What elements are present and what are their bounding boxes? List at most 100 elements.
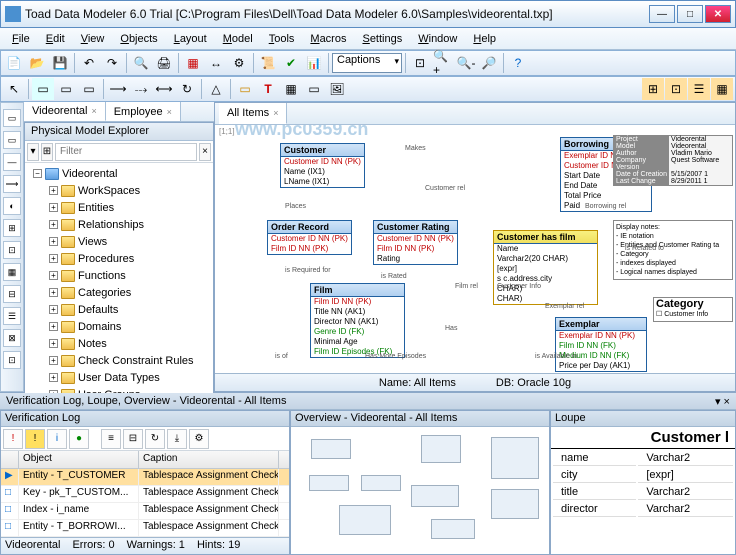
vtool-8[interactable]: ▦ bbox=[3, 263, 21, 281]
menu-file[interactable]: File bbox=[4, 31, 38, 47]
minimize-button[interactable]: — bbox=[649, 5, 675, 23]
report-button[interactable]: 📊 bbox=[303, 52, 325, 74]
image-tool[interactable]: 🖼 bbox=[326, 78, 348, 100]
menu-tools[interactable]: Tools bbox=[261, 31, 303, 47]
close-icon[interactable]: × bbox=[273, 108, 278, 118]
entity-film[interactable]: FilmFilm ID NN (PK)Title NN (AK1)Directo… bbox=[310, 283, 405, 358]
menu-model[interactable]: Model bbox=[215, 31, 261, 47]
zoom-out-button[interactable]: 🔍- bbox=[455, 52, 477, 74]
loupe-button[interactable]: 🔎 bbox=[478, 52, 500, 74]
generate-button[interactable]: ⚙ bbox=[228, 52, 250, 74]
filter-input[interactable] bbox=[55, 143, 197, 161]
expand-icon[interactable]: − bbox=[33, 169, 42, 178]
grid-toggle[interactable]: ⊞ bbox=[642, 78, 664, 100]
menu-view[interactable]: View bbox=[73, 31, 113, 47]
category-tool[interactable]: ▭ bbox=[303, 78, 325, 100]
filter-clear[interactable]: × bbox=[199, 143, 211, 161]
zoom-fit-button[interactable]: ⊡ bbox=[409, 52, 431, 74]
vtool-3[interactable]: — bbox=[3, 153, 21, 171]
expand-icon[interactable]: + bbox=[49, 237, 58, 246]
verify-info-button[interactable]: i bbox=[47, 429, 67, 449]
rel-mn-tool[interactable]: ⟷ bbox=[153, 78, 175, 100]
find-button[interactable]: 🔍 bbox=[130, 52, 152, 74]
expand-icon[interactable]: + bbox=[49, 220, 58, 229]
expand-icon[interactable]: + bbox=[49, 288, 58, 297]
tree-item-defaults[interactable]: +Defaults bbox=[27, 301, 211, 318]
vtool-2[interactable]: ▭ bbox=[3, 131, 21, 149]
zoom-in-button[interactable]: 🔍+ bbox=[432, 52, 454, 74]
menu-help[interactable]: Help bbox=[465, 31, 504, 47]
rel-ident-tool[interactable]: ⟶ bbox=[107, 78, 129, 100]
doc-tab-employee[interactable]: Employee× bbox=[106, 102, 181, 121]
captions-combo[interactable]: Captions bbox=[332, 53, 402, 73]
expand-icon[interactable]: + bbox=[49, 356, 58, 365]
vtool-4[interactable]: ⟶ bbox=[3, 175, 21, 193]
expand-icon[interactable]: + bbox=[49, 322, 58, 331]
rel-nonident-tool[interactable]: ⤏ bbox=[130, 78, 152, 100]
expand-icon[interactable]: + bbox=[49, 305, 58, 314]
close-icon[interactable]: × bbox=[167, 107, 172, 117]
tree-item-entities[interactable]: +Entities bbox=[27, 199, 211, 216]
save-button[interactable]: 💾 bbox=[49, 52, 71, 74]
verify-nav-prev[interactable]: ⊟ bbox=[123, 429, 143, 449]
help-button[interactable]: ? bbox=[507, 52, 529, 74]
undo-button[interactable]: ↶ bbox=[78, 52, 100, 74]
add-entity-button[interactable]: ▦ bbox=[182, 52, 204, 74]
redo-button[interactable]: ↷ bbox=[101, 52, 123, 74]
vtool-5[interactable]: ◐ bbox=[3, 197, 21, 215]
close-button[interactable]: ✕ bbox=[705, 5, 731, 23]
rel-self-tool[interactable]: ↻ bbox=[176, 78, 198, 100]
menu-objects[interactable]: Objects bbox=[112, 31, 165, 47]
print-button[interactable]: 🖨 bbox=[153, 52, 175, 74]
snap-toggle[interactable]: ⊡ bbox=[665, 78, 687, 100]
stamp-tool[interactable]: ▦ bbox=[280, 78, 302, 100]
bottom-panel-close-icon[interactable]: ▾ × bbox=[715, 395, 730, 407]
tree-item-functions[interactable]: +Functions bbox=[27, 267, 211, 284]
tree-item-check-constraint-rules[interactable]: +Check Constraint Rules bbox=[27, 352, 211, 369]
verify-button[interactable]: ✔ bbox=[280, 52, 302, 74]
maximize-button[interactable]: □ bbox=[677, 5, 703, 23]
diagram-area[interactable]: [1;1] www.pc0359.cn CustomerCustomer ID … bbox=[215, 125, 735, 373]
vtool-12[interactable]: ⊡ bbox=[3, 351, 21, 369]
entity-exemplar[interactable]: ExemplarExemplar ID NN (PK)Film ID NN (F… bbox=[555, 317, 647, 372]
text-tool[interactable]: T bbox=[257, 78, 279, 100]
expand-icon[interactable]: + bbox=[49, 254, 58, 263]
add-relation-button[interactable]: ↔ bbox=[205, 52, 227, 74]
expand-icon[interactable]: + bbox=[49, 271, 58, 280]
filter-dropdown[interactable]: ▾ bbox=[27, 143, 39, 161]
verification-row[interactable]: □Index - i_nameTablespace Assignment Che… bbox=[1, 503, 289, 520]
tree-item-user-data-types[interactable]: +User Data Types bbox=[27, 369, 211, 386]
menu-macros[interactable]: Macros bbox=[302, 31, 354, 47]
new-button[interactable]: 📄 bbox=[3, 52, 25, 74]
verify-ok-button[interactable]: ● bbox=[69, 429, 89, 449]
entity-customer[interactable]: CustomerCustomer ID NN (PK)Name (IX1)LNa… bbox=[280, 143, 365, 188]
entity-order_record[interactable]: Order RecordCustomer ID NN (PK)Film ID N… bbox=[267, 220, 352, 255]
verification-row[interactable]: ▶Entity - T_CUSTOMERTablespace Assignmen… bbox=[1, 469, 289, 486]
tree-item-notes[interactable]: +Notes bbox=[27, 335, 211, 352]
inheritance-tool[interactable]: △ bbox=[205, 78, 227, 100]
doc-tab-videorental[interactable]: Videorental× bbox=[24, 102, 106, 121]
expand-icon[interactable]: + bbox=[49, 339, 58, 348]
tree-item-domains[interactable]: +Domains bbox=[27, 318, 211, 335]
verify-refresh[interactable]: ↻ bbox=[145, 429, 165, 449]
tree-item-procedures[interactable]: +Procedures bbox=[27, 250, 211, 267]
overview-canvas[interactable] bbox=[291, 427, 549, 554]
workspace-toggle[interactable]: ▦ bbox=[711, 78, 733, 100]
vtool-7[interactable]: ⊡ bbox=[3, 241, 21, 259]
vtool-1[interactable]: ▭ bbox=[3, 109, 21, 127]
verify-run-button[interactable]: ! bbox=[3, 429, 23, 449]
note-tool[interactable]: ▭ bbox=[234, 78, 256, 100]
vtool-6[interactable]: ⊞ bbox=[3, 219, 21, 237]
vtool-9[interactable]: ⊟ bbox=[3, 285, 21, 303]
expand-icon[interactable]: + bbox=[49, 203, 58, 212]
menu-window[interactable]: Window bbox=[410, 31, 465, 47]
mat-view-tool[interactable]: ▭ bbox=[78, 78, 100, 100]
tree-item-views[interactable]: +Views bbox=[27, 233, 211, 250]
vtool-11[interactable]: ⊠ bbox=[3, 329, 21, 347]
tree-item-workspaces[interactable]: +WorkSpaces bbox=[27, 182, 211, 199]
script-button[interactable]: 📜 bbox=[257, 52, 279, 74]
menu-settings[interactable]: Settings bbox=[354, 31, 410, 47]
tree-item-relationships[interactable]: +Relationships bbox=[27, 216, 211, 233]
view-tool[interactable]: ▭ bbox=[55, 78, 77, 100]
vtool-10[interactable]: ☰ bbox=[3, 307, 21, 325]
